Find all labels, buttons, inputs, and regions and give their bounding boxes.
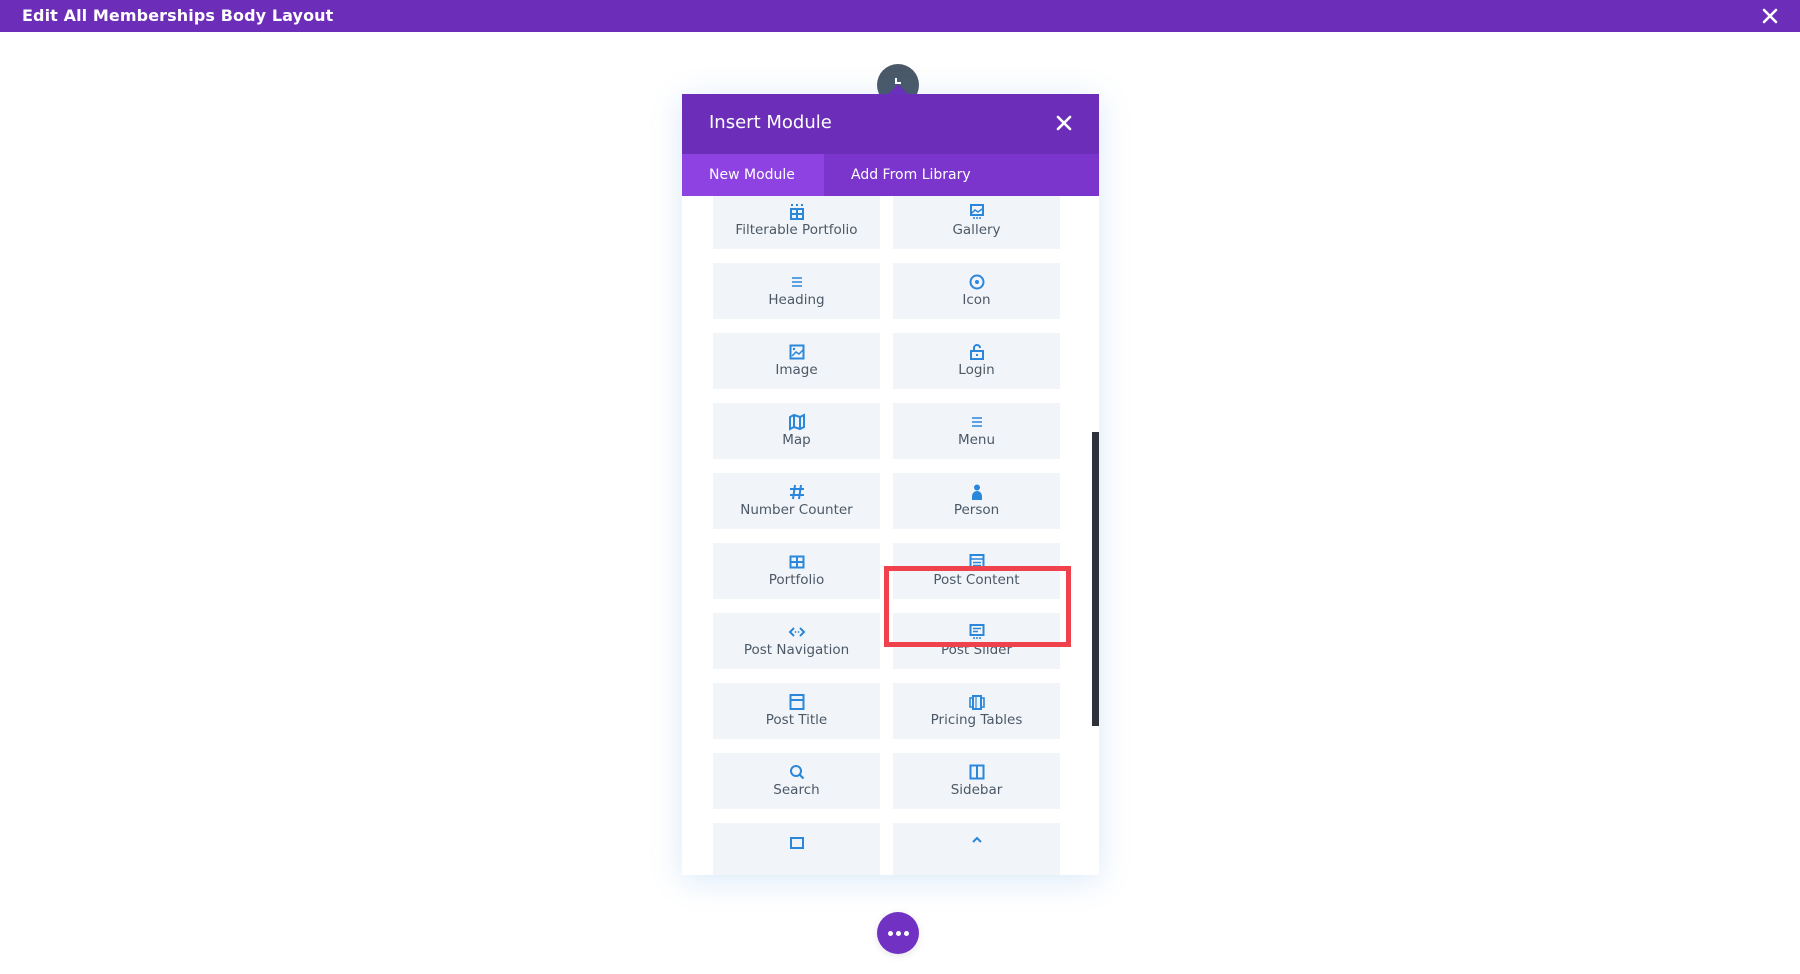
module-label: Filterable Portfolio <box>735 222 858 238</box>
module-card-pricing-tables[interactable]: Pricing Tables <box>893 683 1060 739</box>
sidebar-icon <box>893 763 1060 781</box>
top-bar: Edit All Memberships Body Layout <box>0 0 1800 32</box>
module-label: Search <box>773 782 820 798</box>
module-card-person[interactable]: Person <box>893 473 1060 529</box>
module-card-gallery[interactable]: Gallery <box>893 193 1060 249</box>
post-title-icon <box>713 693 880 711</box>
module-card-icon[interactable]: Icon <box>893 263 1060 319</box>
filterable-portfolio-icon <box>713 203 880 221</box>
module-label: Login <box>958 362 995 378</box>
module-label: Number Counter <box>740 502 853 518</box>
modal-pointer <box>888 84 908 94</box>
icon-module-icon <box>893 273 1060 291</box>
module-label: Menu <box>957 432 996 448</box>
tab-new-module[interactable]: New Module <box>682 154 824 196</box>
map-icon <box>713 413 880 431</box>
modal-tabs: New Module Add From Library <box>682 154 1099 196</box>
post-slider-icon <box>893 623 1060 641</box>
tab-add-from-library[interactable]: Add From Library <box>824 154 998 196</box>
module-card-social-follow[interactable] <box>893 823 1060 875</box>
menu-icon <box>893 413 1060 431</box>
module-card-filterable-portfolio[interactable]: Filterable Portfolio <box>713 193 880 249</box>
close-icon[interactable] <box>1055 114 1073 132</box>
module-card-slider[interactable] <box>713 823 880 875</box>
module-card-map[interactable]: Map <box>713 403 880 459</box>
image-icon <box>713 343 880 361</box>
module-label: Post Navigation <box>743 642 850 658</box>
module-card-post-content[interactable]: Post Content <box>893 543 1060 599</box>
lock-icon <box>893 343 1060 361</box>
pricing-tables-icon <box>893 693 1060 711</box>
close-icon[interactable] <box>1760 6 1780 26</box>
slider-icon <box>713 833 880 851</box>
module-card-heading[interactable]: Heading <box>713 263 880 319</box>
module-label: Person <box>953 502 1000 518</box>
insert-module-modal: Insert Module New Module Add From Librar… <box>682 94 1099 875</box>
layout-title: Edit All Memberships Body Layout <box>22 6 334 25</box>
module-label: Post Slider <box>940 642 1013 658</box>
portfolio-icon <box>713 553 880 571</box>
module-label: Portfolio <box>768 572 825 588</box>
module-card-number-counter[interactable]: Number Counter <box>713 473 880 529</box>
search-icon <box>713 763 880 781</box>
module-label: Pricing Tables <box>930 712 1023 728</box>
hash-icon <box>713 483 880 501</box>
module-card-post-navigation[interactable]: Post Navigation <box>713 613 880 669</box>
more-dots-icon <box>904 931 909 936</box>
gallery-icon <box>893 203 1060 221</box>
module-label: Gallery <box>952 222 1001 238</box>
more-options-button[interactable] <box>877 912 919 954</box>
more-dots-icon <box>888 931 893 936</box>
module-label: Image <box>775 362 818 378</box>
module-card-portfolio[interactable]: Portfolio <box>713 543 880 599</box>
module-card-post-title[interactable]: Post Title <box>713 683 880 739</box>
module-card-search[interactable]: Search <box>713 753 880 809</box>
module-label: Heading <box>768 292 825 308</box>
modal-scrollbar[interactable] <box>1092 432 1099 726</box>
module-card-menu[interactable]: Menu <box>893 403 1060 459</box>
module-card-sidebar[interactable]: Sidebar <box>893 753 1060 809</box>
person-icon <box>893 483 1060 501</box>
module-card-login[interactable]: Login <box>893 333 1060 389</box>
module-card-image[interactable]: Image <box>713 333 880 389</box>
post-content-icon <box>893 553 1060 571</box>
module-label: Icon <box>962 292 991 308</box>
module-label: Post Content <box>933 572 1020 588</box>
post-navigation-icon <box>713 623 880 641</box>
modal-header: Insert Module <box>682 94 1099 154</box>
more-dots-icon <box>896 931 901 936</box>
modal-title: Insert Module <box>709 112 832 133</box>
module-label: Map <box>782 432 811 448</box>
module-label: Post Title <box>765 712 828 728</box>
social-follow-icon <box>893 833 1060 851</box>
module-label: Sidebar <box>950 782 1003 798</box>
module-card-post-slider[interactable]: Post Slider <box>893 613 1060 669</box>
heading-icon <box>713 273 880 291</box>
